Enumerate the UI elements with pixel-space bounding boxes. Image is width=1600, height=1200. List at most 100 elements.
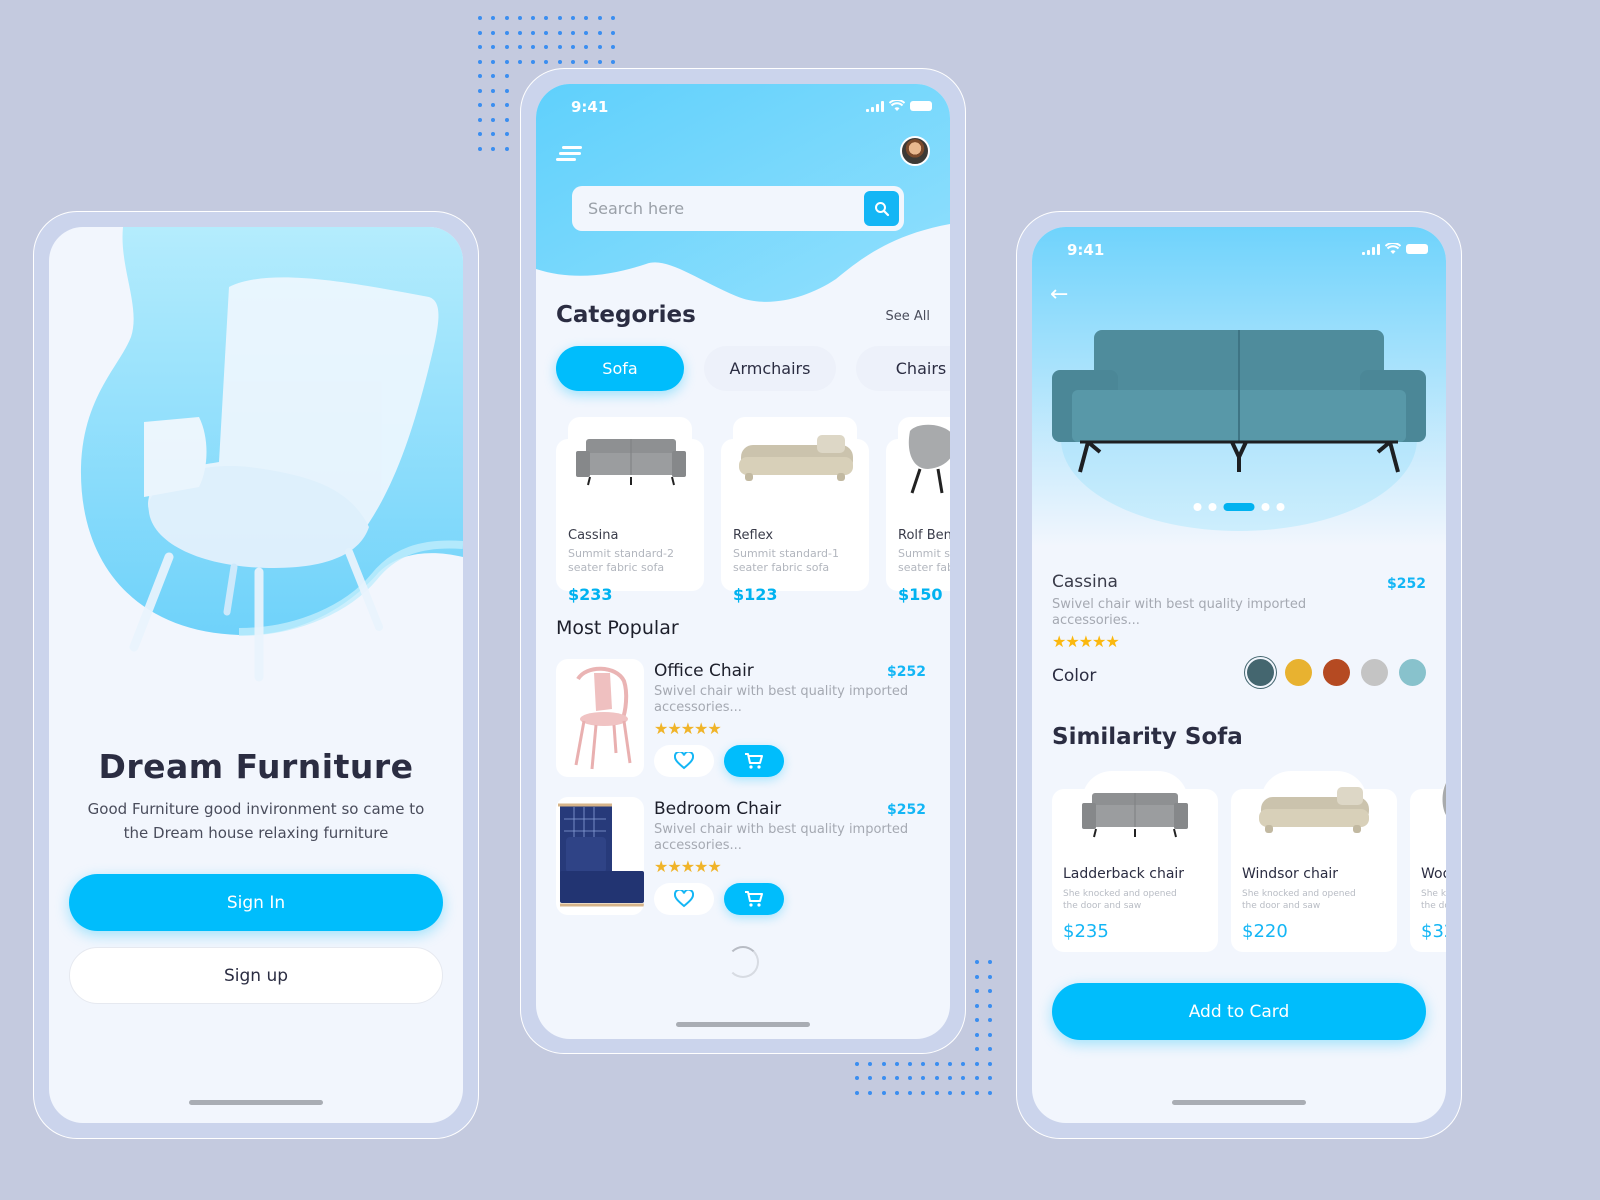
dot (974, 1032, 979, 1037)
dot (855, 1061, 859, 1066)
product-price: $150 (898, 585, 943, 604)
dot (571, 30, 576, 35)
search-button[interactable] (864, 191, 899, 226)
office-chair-image (574, 666, 632, 770)
status-bar: 9:41 (536, 98, 950, 118)
dot (517, 16, 522, 20)
category-chip-armchairs[interactable]: Armchairs (704, 346, 836, 391)
dot (597, 30, 602, 35)
product-thumbnail (556, 797, 644, 915)
dot (491, 59, 496, 64)
favorite-button[interactable] (654, 883, 714, 915)
add-to-cart-button[interactable] (724, 745, 784, 777)
category-chip-chairs[interactable]: Chairs (856, 346, 950, 391)
pager-dot[interactable] (1223, 503, 1255, 511)
status-time: 9:41 (571, 98, 609, 116)
dot (504, 16, 509, 20)
hero-illustration (80, 227, 463, 682)
product-name: Reflex (733, 528, 774, 543)
similar-product-card[interactable]: Ladderback chair She knocked and opened … (1052, 771, 1218, 952)
dot (974, 989, 979, 993)
pager-dot[interactable] (1208, 503, 1217, 511)
sign-up-button[interactable]: Sign up (69, 947, 443, 1004)
loveseat-image (1442, 783, 1446, 815)
pager-dot[interactable] (1193, 503, 1202, 511)
color-swatch[interactable] (1361, 659, 1388, 686)
similar-product-card[interactable]: Windsor chair She knocked and opened the… (1231, 771, 1397, 952)
color-swatch[interactable] (1285, 659, 1312, 686)
dot (908, 1090, 913, 1095)
product-desc: Swivel chair with best quality imported … (654, 822, 909, 853)
color-label: Color (1052, 666, 1097, 686)
dot (974, 1047, 979, 1051)
similar-product-card[interactable]: Wood chair She knocked and opened the do… (1410, 771, 1446, 952)
dot (478, 74, 482, 78)
dot (855, 1076, 859, 1080)
dot (610, 16, 615, 20)
product-desc: She knocked and opened the door and saw (1421, 889, 1446, 911)
home-indicator (1172, 1100, 1306, 1105)
dot (584, 59, 589, 64)
product-name: Office Chair (654, 661, 754, 681)
battery-icon (1406, 244, 1428, 254)
back-arrow-icon[interactable]: ← (1050, 282, 1068, 307)
popular-item[interactable]: Office Chair $252 Swivel chair with best… (556, 659, 926, 779)
loading-spinner (727, 946, 759, 978)
sofa-image (1259, 787, 1369, 833)
product-thumbnail (556, 659, 644, 777)
search-icon (874, 201, 889, 216)
heart-icon (674, 890, 694, 908)
product-card[interactable]: Reflex Summit standard-1 seater fabric s… (721, 417, 869, 604)
product-desc: Summit standard seater fabric sofa (898, 547, 950, 574)
home-screen: 9:41 Search here Categories See All Sofa… (536, 84, 950, 1039)
signal-icon (866, 100, 884, 112)
pager-dot[interactable] (1261, 503, 1270, 511)
dot (987, 960, 992, 964)
dot (544, 30, 549, 35)
menu-icon[interactable] (556, 146, 582, 162)
add-to-cart-button[interactable]: Add to Card (1052, 983, 1426, 1040)
dot (974, 1061, 979, 1066)
dot (974, 1090, 979, 1095)
sign-in-button[interactable]: Sign In (69, 874, 443, 931)
dot (504, 146, 509, 151)
color-swatch[interactable] (1247, 659, 1274, 686)
search-input[interactable]: Search here (572, 186, 904, 231)
product-card[interactable]: Cassina Summit standard-2 seater fabric … (556, 417, 704, 604)
onboarding-screen: Dream Furniture Good Furniture good invi… (49, 227, 463, 1123)
dot (934, 1061, 939, 1066)
dot (987, 1047, 992, 1051)
wifi-icon (1385, 243, 1401, 254)
product-card[interactable]: Rolf Benz Summit standard seater fabric … (886, 417, 950, 604)
product-desc: Summit standard-1 seater fabric sofa (733, 547, 840, 574)
dot (571, 16, 576, 20)
see-all-link[interactable]: See All (886, 309, 931, 324)
signal-icon (1362, 243, 1380, 255)
category-chip-sofa[interactable]: Sofa (556, 346, 684, 391)
dot (504, 59, 509, 64)
dot (504, 88, 509, 93)
color-swatch[interactable] (1399, 659, 1426, 686)
color-swatch[interactable] (1323, 659, 1350, 686)
product-desc: She knocked and opened the door and saw (1063, 889, 1177, 911)
dot (610, 45, 615, 49)
status-time: 9:41 (1067, 241, 1105, 259)
add-to-cart-button[interactable] (724, 883, 784, 915)
color-swatches (1247, 659, 1426, 686)
dot (987, 1003, 992, 1008)
status-bar: 9:41 (1032, 241, 1446, 261)
dot (531, 59, 536, 64)
product-name: Ladderback chair (1063, 866, 1185, 882)
dot (597, 45, 602, 49)
dot (597, 59, 602, 64)
popular-item[interactable]: Bedroom Chair $252 Swivel chair with bes… (556, 797, 926, 917)
dot (478, 30, 482, 35)
dot (557, 59, 562, 64)
dot (961, 1061, 966, 1066)
avatar[interactable] (900, 136, 930, 166)
dot (987, 1018, 992, 1022)
dot (571, 59, 576, 64)
favorite-button[interactable] (654, 745, 714, 777)
product-price: $252 (887, 664, 926, 680)
pager-dot[interactable] (1276, 503, 1285, 511)
